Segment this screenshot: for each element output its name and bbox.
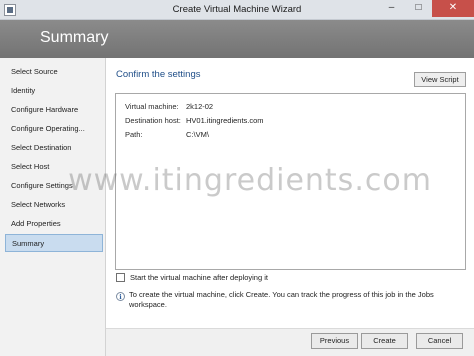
maximize-button[interactable]: □: [405, 0, 432, 17]
summary-value: 2k12-02: [186, 102, 214, 111]
sidebar-item-select-source[interactable]: Select Source: [5, 63, 103, 81]
section-title: Confirm the settings: [116, 69, 201, 80]
previous-button[interactable]: Previous: [311, 333, 358, 349]
info-icon: i: [116, 292, 125, 301]
summary-label: Destination host:: [125, 116, 181, 125]
window-titlebar: Create Virtual Machine Wizard – □ ✕: [0, 0, 474, 20]
sidebar-item-configure-operating-system[interactable]: Configure Operating...: [5, 120, 103, 138]
sidebar-item-configure-settings[interactable]: Configure Settings: [5, 177, 103, 195]
view-script-button[interactable]: View Script: [414, 72, 466, 87]
sidebar-item-select-destination[interactable]: Select Destination: [5, 139, 103, 157]
summary-label: Virtual machine:: [125, 102, 179, 111]
page-banner: Summary: [0, 20, 474, 58]
sidebar-item-add-properties[interactable]: Add Properties: [5, 215, 103, 233]
sidebar-item-summary[interactable]: Summary: [5, 234, 103, 252]
minimize-button[interactable]: –: [378, 0, 405, 17]
sidebar-item-identity[interactable]: Identity: [5, 82, 103, 100]
info-message: To create the virtual machine, click Cre…: [129, 290, 434, 309]
start-vm-label[interactable]: Start the virtual machine after deployin…: [130, 272, 268, 283]
summary-label: Path:: [125, 130, 143, 139]
create-button[interactable]: Create: [361, 333, 408, 349]
wizard-steps-sidebar: Select Source Identity Configure Hardwar…: [0, 58, 106, 356]
sidebar-item-select-networks[interactable]: Select Networks: [5, 196, 103, 214]
main-content: Confirm the settings View Script Virtual…: [106, 58, 474, 328]
summary-value: HV01.itingredients.com: [186, 116, 264, 125]
page-title: Summary: [40, 29, 109, 46]
summary-value: C:\VM\: [186, 130, 209, 139]
start-vm-checkbox[interactable]: [116, 273, 125, 282]
settings-summary-box: Virtual machine: 2k12-02 Destination hos…: [115, 93, 466, 270]
wizard-footer: Previous Create Cancel: [106, 328, 474, 356]
sidebar-item-configure-hardware[interactable]: Configure Hardware: [5, 101, 103, 119]
close-button[interactable]: ✕: [432, 0, 474, 17]
cancel-button[interactable]: Cancel: [416, 333, 463, 349]
sidebar-item-select-host[interactable]: Select Host: [5, 158, 103, 176]
